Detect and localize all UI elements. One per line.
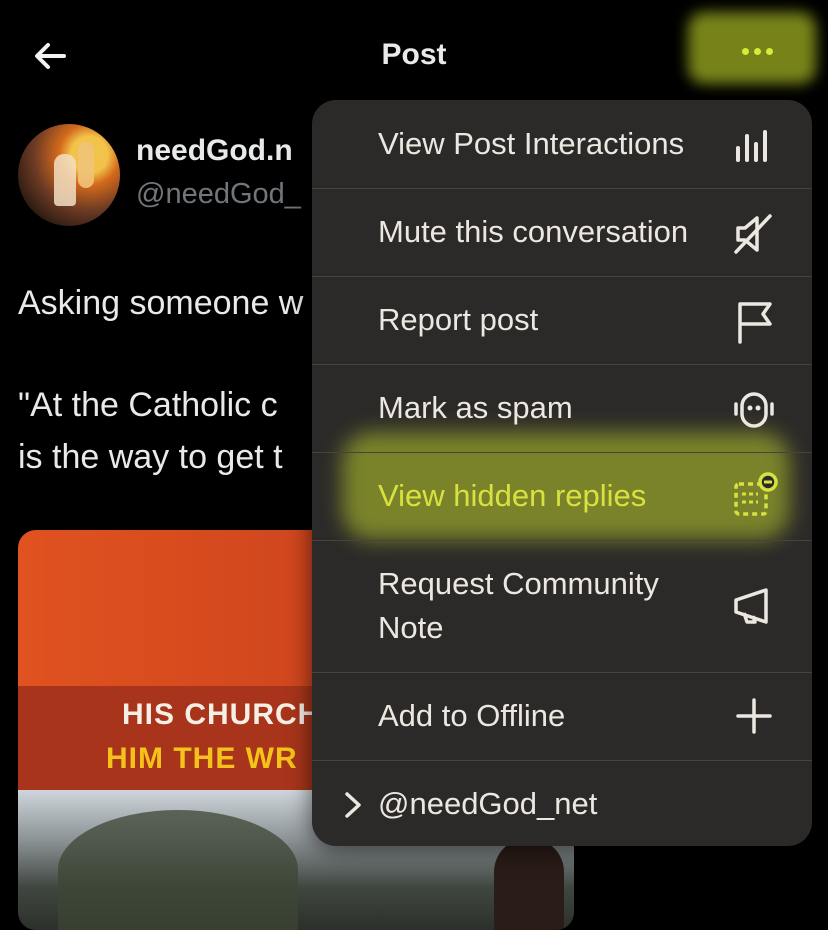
menu-item-label: Request Community xyxy=(378,566,659,601)
menu-item-label: Add to Offline xyxy=(378,698,566,733)
menu-item-add-to-offline[interactable]: Add to Offline xyxy=(312,672,812,761)
menu-item-author-profile[interactable]: @needGod_net xyxy=(312,760,812,846)
menu-item-mute-conversation[interactable]: Mute this conversation xyxy=(312,188,812,277)
menu-item-label: View hidden replies xyxy=(378,478,647,513)
image-tree xyxy=(58,810,298,930)
top-nav: Post xyxy=(0,0,828,110)
avatar-figure xyxy=(78,142,94,188)
menu-item-label: @needGod_net xyxy=(378,786,598,821)
megaphone-icon xyxy=(734,588,768,624)
post-text-line: Asking someone w xyxy=(18,284,304,322)
post-options-menu: View Post Interactions Mute this convers… xyxy=(312,100,812,846)
robot-icon xyxy=(734,392,774,428)
image-text: HIS CHURCH xyxy=(122,698,321,731)
plus-icon xyxy=(736,698,772,734)
bar-chart-icon xyxy=(736,130,767,162)
image-text: HIM THE WR xyxy=(106,742,298,775)
menu-item-report-post[interactable]: Report post xyxy=(312,276,812,365)
menu-item-label: Mute this conversation xyxy=(378,214,689,249)
menu-item-view-hidden-replies[interactable]: View hidden replies xyxy=(312,452,812,541)
menu-item-label: Mark as spam xyxy=(378,390,573,425)
image-person xyxy=(494,838,564,930)
flag-icon xyxy=(738,302,772,344)
menu-item-label: Note xyxy=(378,610,444,645)
hidden-replies-icon xyxy=(734,472,778,516)
menu-item-view-post-interactions[interactable]: View Post Interactions xyxy=(312,100,812,189)
avatar[interactable] xyxy=(18,124,120,226)
menu-item-label: View Post Interactions xyxy=(378,126,685,161)
menu-item-label: Report post xyxy=(378,302,539,337)
mute-speaker-icon xyxy=(734,214,772,254)
menu-item-request-community-note[interactable]: Request Community Note xyxy=(312,540,812,673)
avatar-figure xyxy=(54,154,76,206)
menu-item-mark-as-spam[interactable]: Mark as spam xyxy=(312,364,812,453)
more-options-icon[interactable] xyxy=(742,42,784,66)
chevron-right-icon xyxy=(345,792,361,818)
author-name[interactable]: needGod.n xyxy=(136,134,293,168)
post-text-line: "At the Catholic c xyxy=(18,386,278,424)
post-text-line: is the way to get t xyxy=(18,438,283,476)
author-handle[interactable]: @needGod_ xyxy=(136,178,301,211)
